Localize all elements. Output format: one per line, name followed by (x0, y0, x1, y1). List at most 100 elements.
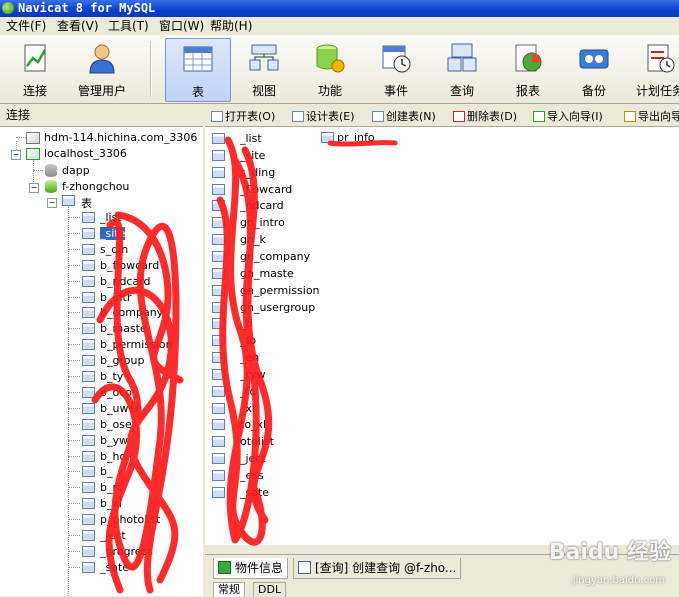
connection-panel-title: 连接 (6, 108, 31, 122)
design-table-button[interactable]: 设计表(E) (292, 108, 355, 124)
toolbar-event-button[interactable]: 事件 (366, 38, 426, 100)
subtab-ddl[interactable]: DDL (253, 582, 287, 597)
table-icon (82, 419, 95, 430)
table-icon (82, 228, 95, 239)
tree-table-label: b_yw (100, 434, 128, 447)
toolbar-connect-label: 连接 (22, 84, 47, 98)
toolbar-schedule-button[interactable]: 计划任务 (630, 38, 679, 100)
table-icon (212, 487, 225, 498)
tree-connection-label: localhost_3306 (44, 147, 127, 160)
table-icon (212, 251, 225, 262)
tree-table-label: b_ro (100, 481, 124, 494)
tab-object-info[interactable]: 物件信息 (213, 558, 289, 579)
tree-table-label: b_intr (100, 291, 132, 304)
tree-line (68, 297, 80, 298)
tree-table-label: b_xl (100, 497, 123, 510)
tree-table-label: b_company (100, 306, 164, 319)
menu-view[interactable]: 查看(V) (57, 18, 99, 34)
table-icon (82, 355, 95, 366)
toolbar-backup-button[interactable]: 备份 (564, 38, 624, 100)
app-icon (2, 2, 14, 14)
toolbar-function-label: 功能 (317, 84, 342, 98)
table-icon (212, 403, 225, 414)
object-list-label: gn_k (240, 233, 266, 246)
object-list-label: _xl (240, 402, 256, 415)
tree-line (68, 456, 80, 457)
tree-line (68, 344, 80, 345)
toolbar-view-label: 视图 (251, 84, 276, 98)
tree-table-label: b_ (100, 465, 113, 478)
toolbar-report-button[interactable]: 报表 (498, 38, 558, 100)
table-icon (82, 530, 95, 541)
table-icon (212, 285, 225, 296)
tree-table-label: _site (100, 227, 126, 240)
tree-line (68, 440, 80, 441)
table-icon (82, 435, 95, 446)
tree-table-label: b_ose (100, 418, 132, 431)
object-list-label: _ti (240, 317, 253, 330)
create-table-button[interactable]: 创建表(N) (372, 108, 436, 124)
table-icon (212, 133, 225, 144)
object-list-label: _list (240, 132, 262, 145)
tree-table-label: _ject (100, 529, 126, 542)
toolbar-view-button[interactable]: 视图 (234, 38, 294, 100)
toolbar-table-button[interactable]: 表 (165, 38, 231, 102)
tree-table-label: p_photolist (100, 513, 161, 526)
tree-line (68, 424, 80, 425)
tree-line (68, 503, 80, 504)
table-icon (212, 318, 225, 329)
schedule-icon (647, 44, 675, 73)
toolbar-function-button[interactable]: 功能 (300, 38, 360, 100)
table-icon (82, 212, 95, 223)
table-icon (82, 292, 95, 303)
tree-line (68, 249, 80, 250)
table-icon (212, 419, 225, 430)
table-icon (82, 323, 95, 334)
tree-line (68, 519, 80, 520)
tree-table-label: _sate (100, 561, 130, 574)
object-toolbar: 打开表(O) 设计表(E) 创建表(N) 删除表(D) 导入向导(I) 导出向导 (205, 104, 679, 127)
table-icon (212, 335, 225, 346)
toolbar-connect-button[interactable]: 连接 (4, 38, 66, 100)
toolbar-users-label: 管理用户 (77, 84, 126, 98)
import-wizard-button[interactable]: 导入向导(I) (533, 108, 603, 124)
open-table-button[interactable]: 打开表(O) (211, 108, 275, 124)
object-list-label: gn_permission (240, 284, 320, 297)
delete-table-button[interactable]: 删除表(D) (453, 108, 517, 124)
tree-table-label: b_permission (100, 338, 173, 351)
tree-database-label: dapp (62, 164, 90, 177)
menu-tools[interactable]: 工具(T) (108, 18, 149, 34)
menu-window[interactable]: 窗口(W) (159, 18, 204, 34)
object-list-label: _ess (240, 469, 264, 482)
export-icon (624, 111, 636, 122)
window-title: Navicat 8 for MySQL (18, 1, 156, 15)
view-icon (249, 44, 279, 71)
object-list-label: _en (240, 351, 260, 364)
backup-icon (579, 49, 609, 69)
export-wizard-button[interactable]: 导出向导 (624, 108, 679, 124)
tree-line (68, 408, 80, 409)
toolbar-query-button[interactable]: 查询 (432, 38, 492, 100)
subtab-general[interactable]: 常规 (213, 582, 245, 597)
expand-collapse-icon[interactable]: − (11, 150, 21, 160)
tab-query[interactable]: [查询] 创建查询 @f-zho... (293, 558, 462, 579)
user-icon (89, 44, 115, 74)
tree-table-label: s_din (100, 243, 129, 256)
connect-icon (24, 44, 47, 72)
menu-file[interactable]: 文件(F) (6, 18, 46, 34)
tree-line (68, 265, 80, 266)
tree-table-label: b_oco (100, 386, 132, 399)
menu-help[interactable]: 帮助(H) (210, 18, 252, 34)
table-icon (183, 46, 213, 72)
table-icon (212, 234, 225, 245)
tree-line (68, 471, 80, 472)
expand-collapse-icon[interactable]: − (29, 183, 39, 193)
table-icon (212, 200, 225, 211)
table-icon (212, 453, 225, 464)
expand-collapse-icon[interactable]: − (47, 198, 57, 208)
tree-line (16, 137, 26, 138)
table-icon (212, 436, 225, 447)
table-icon (82, 482, 95, 493)
toolbar-users-button[interactable]: 管理用户 (70, 38, 134, 100)
tree-line (68, 328, 80, 329)
